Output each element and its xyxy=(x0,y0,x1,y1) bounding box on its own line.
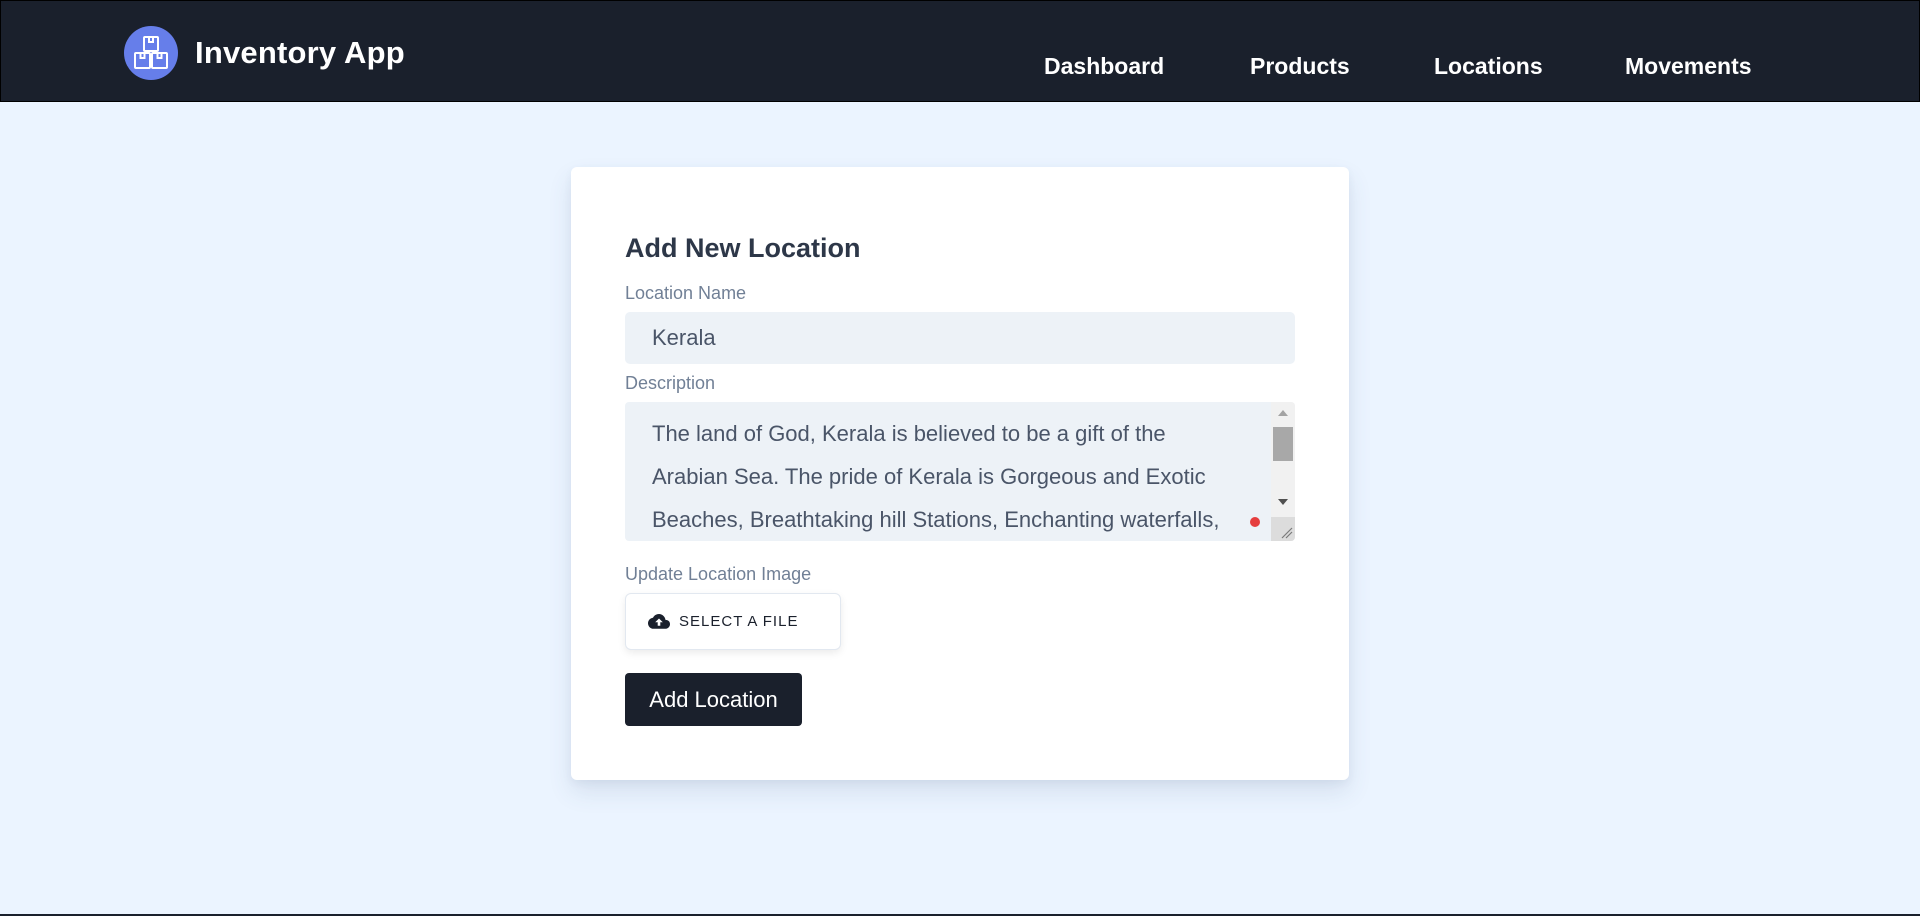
description-text: The land of God, Kerala is believed to b… xyxy=(652,421,1220,532)
location-name-label: Location Name xyxy=(625,283,747,303)
add-location-card: Add New Location Location Name Descripti… xyxy=(571,167,1349,780)
scroll-down-arrow-icon[interactable] xyxy=(1278,499,1288,505)
nav-products[interactable]: Products xyxy=(1250,53,1350,80)
select-file-label: SELECT A FILE xyxy=(679,613,799,630)
cloud-upload-icon xyxy=(648,611,670,633)
scrollbar-thumb[interactable] xyxy=(1273,427,1293,461)
description-textarea[interactable]: The land of God, Kerala is believed to b… xyxy=(625,402,1295,541)
location-name-input[interactable] xyxy=(625,312,1295,364)
add-location-button[interactable]: Add Location xyxy=(625,673,802,726)
resize-grip-icon[interactable] xyxy=(1271,517,1295,541)
status-dot xyxy=(1250,517,1260,527)
nav-movements[interactable]: Movements xyxy=(1625,53,1752,80)
form-title: Add New Location xyxy=(625,233,861,263)
main-nav: Dashboard Products Locations Movements xyxy=(1,53,1919,87)
select-file-button[interactable]: SELECT A FILE xyxy=(625,593,841,650)
description-label: Description xyxy=(625,373,716,393)
top-navbar: Inventory App Dashboard Products Locatio… xyxy=(0,0,1920,102)
nav-locations[interactable]: Locations xyxy=(1434,53,1543,80)
location-image-label: Update Location Image xyxy=(625,564,812,584)
nav-dashboard[interactable]: Dashboard xyxy=(1044,53,1164,80)
scroll-up-arrow-icon[interactable] xyxy=(1278,410,1288,416)
